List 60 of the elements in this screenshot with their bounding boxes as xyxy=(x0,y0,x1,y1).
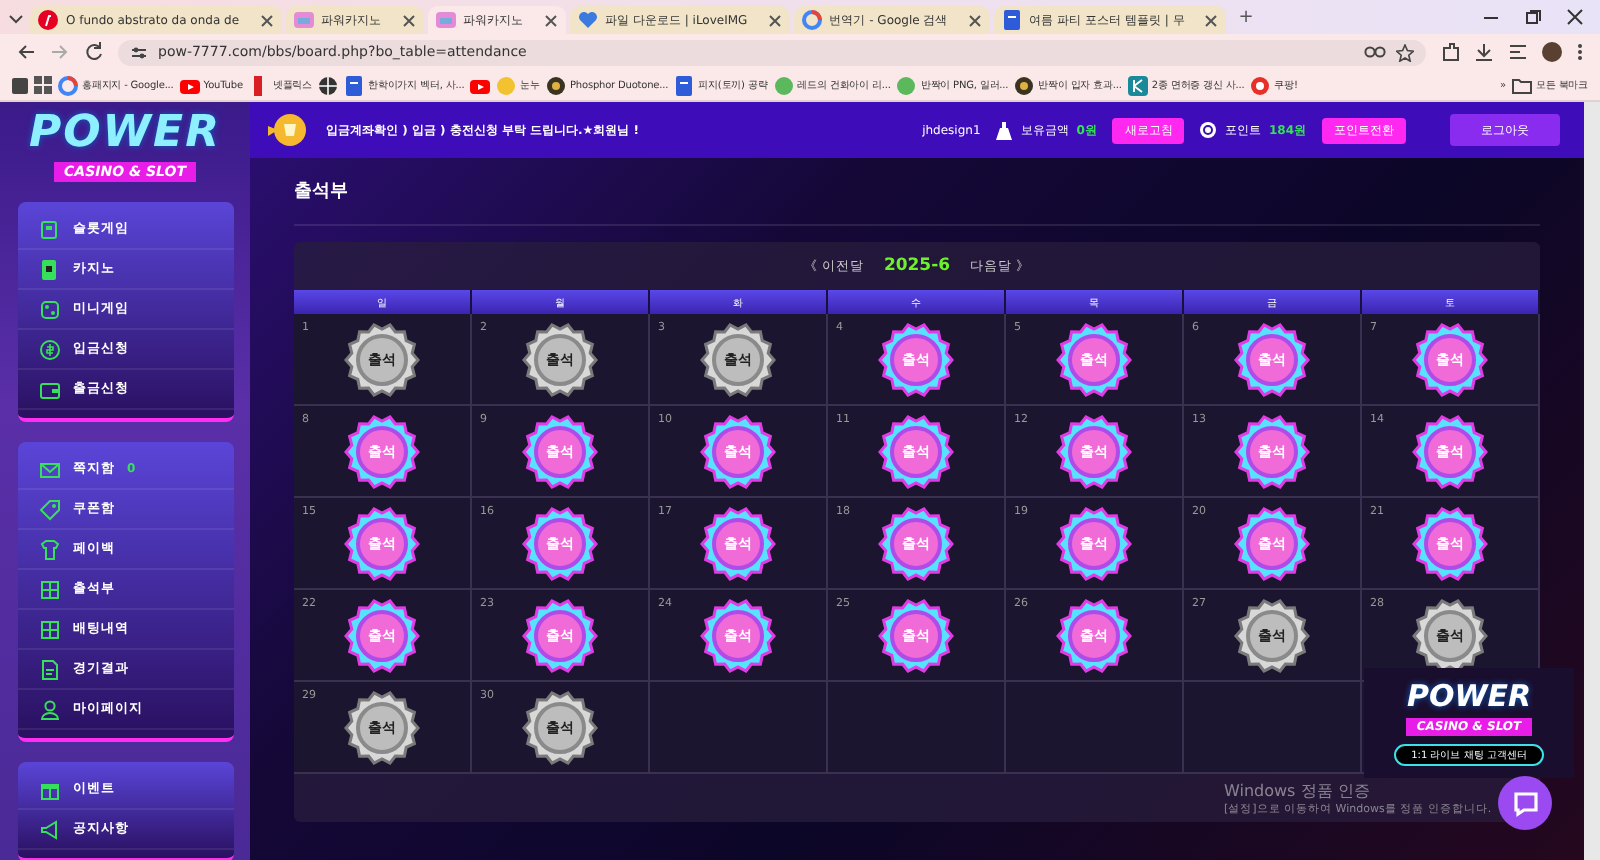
megaphone-icon xyxy=(266,112,310,148)
globe-icon xyxy=(318,75,339,95)
grid-icon xyxy=(37,577,61,601)
chat-bubble-icon xyxy=(1511,789,1539,817)
site-settings-icon xyxy=(130,43,148,61)
play-icon xyxy=(470,75,491,95)
back-arrow-icon xyxy=(16,42,36,62)
shirt-icon xyxy=(37,537,61,561)
reading-list-icon xyxy=(1508,42,1528,62)
wallet-icon xyxy=(37,377,61,401)
circle-icon xyxy=(1014,75,1035,95)
play-icon xyxy=(179,75,200,95)
star-icon xyxy=(1396,43,1414,61)
close-icon xyxy=(1204,13,1219,27)
square-icon xyxy=(12,77,28,93)
close-icon xyxy=(401,13,416,27)
close-icon xyxy=(1566,8,1584,26)
key-icon xyxy=(1364,44,1386,60)
envelope-icon xyxy=(37,457,61,481)
extensions-icon xyxy=(1440,42,1460,62)
close-icon xyxy=(767,13,782,27)
close-icon xyxy=(967,13,982,27)
document-icon xyxy=(344,75,365,95)
menu-icon xyxy=(1576,42,1584,62)
bookmark[interactable] xyxy=(318,75,339,95)
tag-icon xyxy=(37,497,61,521)
month-label: 2025-6 xyxy=(883,256,951,276)
coin-icon xyxy=(37,337,61,361)
logo-text: POWER xyxy=(28,110,222,158)
activation-title: Windows 정품 인증 xyxy=(1224,780,1372,802)
circle-icon xyxy=(773,75,794,95)
new-tab-button[interactable]: + xyxy=(1230,7,1262,27)
restore-icon xyxy=(1524,8,1542,26)
document-icon xyxy=(674,75,695,95)
reload-icon xyxy=(84,42,104,62)
logo-text: POWER xyxy=(1406,680,1532,714)
close-icon xyxy=(259,13,274,27)
circle-icon xyxy=(546,75,566,95)
card-icon xyxy=(37,257,61,281)
slot-machine-icon xyxy=(37,217,61,241)
site-icon xyxy=(435,10,456,30)
scrollbar[interactable] xyxy=(1584,102,1600,860)
close-icon xyxy=(543,13,558,27)
heart-icon xyxy=(577,10,598,30)
person-icon xyxy=(37,697,61,721)
page-title: 출석부 xyxy=(294,166,1540,226)
folder-icon xyxy=(1512,77,1532,93)
download-icon xyxy=(1474,42,1494,62)
coin-icon xyxy=(1200,122,1217,138)
grid-icon xyxy=(37,617,61,641)
circle-icon xyxy=(896,75,917,95)
circle-icon xyxy=(1250,75,1271,95)
profile-avatar xyxy=(1542,42,1562,62)
dice-icon xyxy=(37,297,61,321)
megaphone-icon xyxy=(37,817,61,841)
forward-arrow-icon xyxy=(50,42,70,62)
document-icon xyxy=(37,657,61,681)
site-icon xyxy=(293,10,314,30)
apps-grid-icon xyxy=(34,76,52,94)
document-icon xyxy=(1001,10,1022,30)
